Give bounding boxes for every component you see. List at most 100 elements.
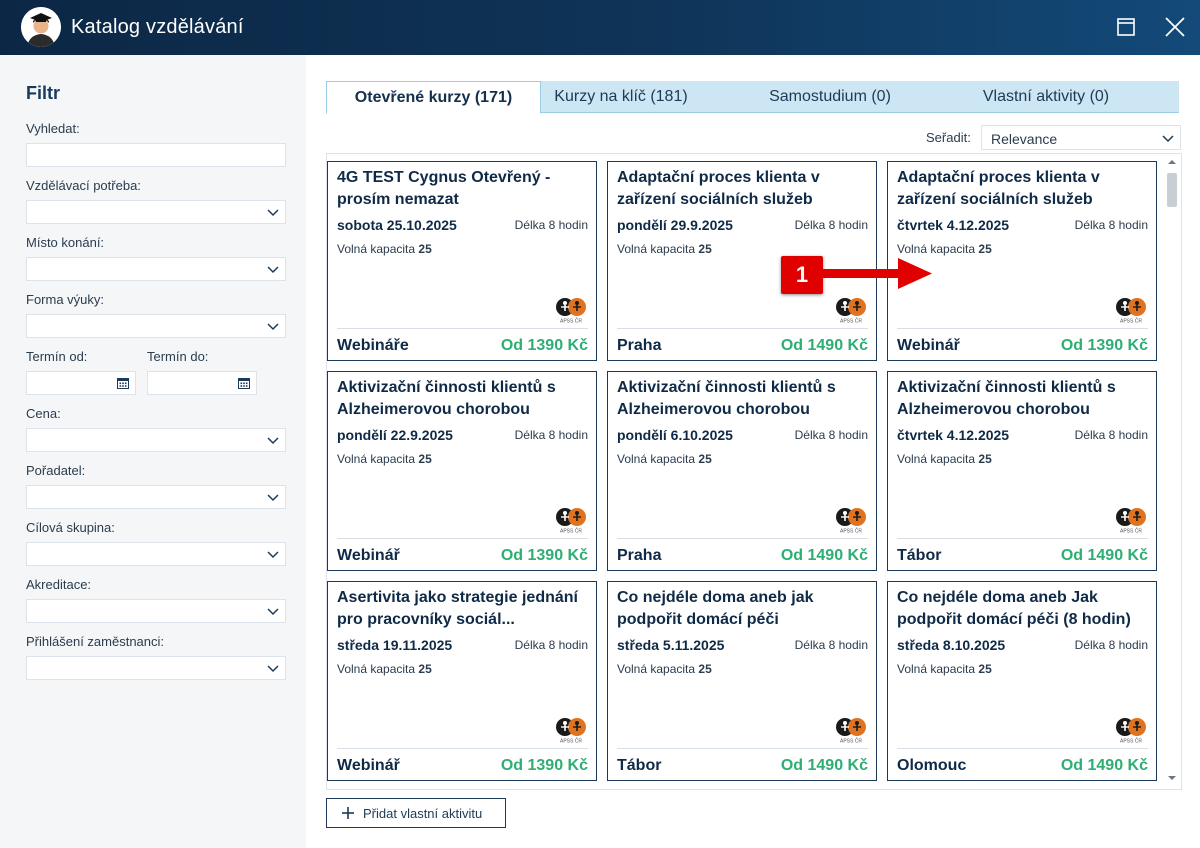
capacity-label: Volná kapacita <box>337 242 416 256</box>
course-price: Od 1490 Kč <box>1060 547 1148 564</box>
chevron-down-icon <box>267 209 279 217</box>
tab-self-study[interactable]: Samostudium (0) <box>726 81 934 113</box>
course-capacity: Volná kapacita 25 <box>897 452 992 466</box>
date-to-input[interactable] <box>147 371 257 395</box>
course-length: Délka 8 hodin <box>514 638 588 652</box>
apss-logo-icon: APSS ČR <box>836 508 866 535</box>
search-label: Vyhledat: <box>26 121 80 136</box>
calendar-icon[interactable] <box>117 377 129 389</box>
course-length: Délka 8 hodin <box>794 638 868 652</box>
course-capacity: Volná kapacita 25 <box>337 242 432 256</box>
chevron-down-icon <box>267 608 279 616</box>
filter-sidebar: Filtr Vyhledat: Vzdělávací potřeba: Míst… <box>0 55 306 848</box>
course-price: Od 1390 Kč <box>500 547 588 564</box>
course-place: Webinář <box>337 757 400 774</box>
apss-logo-text: APSS ČR <box>560 318 582 325</box>
course-title: Adaptační proces klienta v zařízení soci… <box>897 167 1147 211</box>
chevron-down-icon <box>267 437 279 445</box>
course-title: 4G TEST Cygnus Otevřený - prosím nemazat <box>337 167 587 211</box>
apss-logo-icon: APSS ČR <box>556 508 586 534</box>
apss-logo-icon: APSS ČR <box>1116 298 1146 324</box>
close-button[interactable] <box>1163 15 1187 39</box>
card-divider <box>337 328 588 329</box>
tab-open-courses[interactable]: Otevřené kurzy (171) <box>326 81 541 114</box>
course-card[interactable]: Co nejdéle doma aneb Jak podpořit domácí… <box>887 581 1157 781</box>
course-length: Délka 8 hodin <box>514 218 588 232</box>
course-length: Délka 8 hodin <box>1074 638 1148 652</box>
course-place: Webináře <box>337 337 409 354</box>
scroll-thumb[interactable] <box>1167 173 1177 207</box>
callout-number-badge: 1 <box>781 256 823 294</box>
course-title-text: Co nejdéle doma aneb jak podpořit domácí… <box>617 589 814 628</box>
capacity-label: Volná kapacita <box>897 242 976 256</box>
course-price: Od 1490 Kč <box>780 547 868 564</box>
calendar-icon[interactable] <box>238 377 250 389</box>
course-capacity: Volná kapacita 25 <box>617 242 712 256</box>
course-title: Adaptační proces klienta v zařízení soci… <box>617 167 867 211</box>
grid-scrollbar[interactable] <box>1163 153 1182 790</box>
course-title: Aktivizační činnosti klientů s Alzheimer… <box>617 377 867 421</box>
window-title: Katalog vzdělávání <box>71 16 244 38</box>
course-length: Délka 8 hodin <box>1074 218 1148 232</box>
capacity-label: Volná kapacita <box>617 662 696 676</box>
user-avatar[interactable] <box>21 7 61 47</box>
course-card[interactable]: Aktivizační činnosti klientů s Alzheimer… <box>607 371 877 571</box>
employees-select[interactable] <box>26 656 286 680</box>
capacity-value: 25 <box>418 662 432 676</box>
course-title-text: Aktivizační činnosti klientů s Alzheimer… <box>617 379 836 418</box>
course-price: Od 1490 Kč <box>780 337 868 354</box>
close-icon <box>1165 17 1185 37</box>
tab-own-activities[interactable]: Vlastní aktivity (0) <box>946 81 1146 113</box>
apss-logo-icon: APSS ČR <box>1116 718 1146 744</box>
need-select[interactable] <box>26 200 286 224</box>
add-own-activity-button[interactable]: Přidat vlastní aktivitu <box>326 798 506 828</box>
card-divider <box>337 538 588 539</box>
accreditation-select[interactable] <box>26 599 286 623</box>
apss-logo-icon: APSS ČR <box>556 718 586 744</box>
date-to-label: Termín do: <box>147 349 209 364</box>
course-tabs: Otevřené kurzy (171) Kurzy na klíč (181)… <box>326 81 1179 114</box>
course-price: Od 1390 Kč <box>1060 337 1148 354</box>
course-place: Webinář <box>897 337 960 354</box>
capacity-value: 25 <box>698 452 712 466</box>
course-title: Co nejdéle doma aneb jak podpořit domácí… <box>617 587 867 631</box>
course-price: Od 1490 Kč <box>780 757 868 774</box>
course-card[interactable]: Aktivizační činnosti klientů s Alzheimer… <box>327 371 597 571</box>
apss-logo-text: APSS ČR <box>840 738 862 745</box>
course-title-text: Adaptační proces klienta v zařízení soci… <box>617 169 820 208</box>
course-card[interactable]: Asertivita jako strategie jednání pro pr… <box>327 581 597 781</box>
organizer-select[interactable] <box>26 485 286 509</box>
sort-select[interactable]: Relevance <box>981 125 1181 150</box>
apss-logo-text: APSS ČR <box>840 528 862 535</box>
apss-logo-icon: APSS ČR <box>1116 508 1146 535</box>
course-capacity: Volná kapacita 25 <box>337 452 432 466</box>
accreditation-label: Akreditace: <box>26 577 92 592</box>
place-select[interactable] <box>26 257 286 281</box>
apss-logo-text: APSS ČR <box>1120 528 1142 535</box>
price-select[interactable] <box>26 428 286 452</box>
course-date: středa 19.11.2025 <box>337 637 453 653</box>
maximize-button[interactable] <box>1114 15 1138 39</box>
tab-turnkey-courses[interactable]: Kurzy na klíč (181) <box>541 81 701 113</box>
course-card[interactable]: 4G TEST Cygnus Otevřený - prosím nemazat… <box>327 161 597 361</box>
course-date: pondělí 29.9.2025 <box>617 217 733 233</box>
capacity-value: 25 <box>978 662 992 676</box>
date-from-label: Termín od: <box>26 349 88 364</box>
course-card[interactable]: Aktivizační činnosti klientů s Alzheimer… <box>887 371 1157 571</box>
employees-label: Přihlášení zaměstnanci: <box>26 634 165 649</box>
search-input[interactable] <box>26 143 286 167</box>
course-capacity: Volná kapacita 25 <box>337 662 432 676</box>
capacity-value: 25 <box>418 452 432 466</box>
course-card[interactable]: Co nejdéle doma aneb jak podpořit domácí… <box>607 581 877 781</box>
chevron-down-icon <box>1162 135 1174 143</box>
form-select[interactable] <box>26 314 286 338</box>
scroll-up-icon[interactable] <box>1167 157 1177 167</box>
date-from-input[interactable] <box>26 371 136 395</box>
target-group-select[interactable] <box>26 542 286 566</box>
form-label: Forma výuky: <box>26 292 105 307</box>
scroll-down-icon[interactable] <box>1167 773 1177 783</box>
course-title-text: 4G TEST Cygnus Otevřený - prosím nemazat <box>337 169 551 208</box>
price-label: Cena: <box>26 406 61 421</box>
course-place: Tábor <box>897 547 942 564</box>
course-length: Délka 8 hodin <box>794 428 868 442</box>
